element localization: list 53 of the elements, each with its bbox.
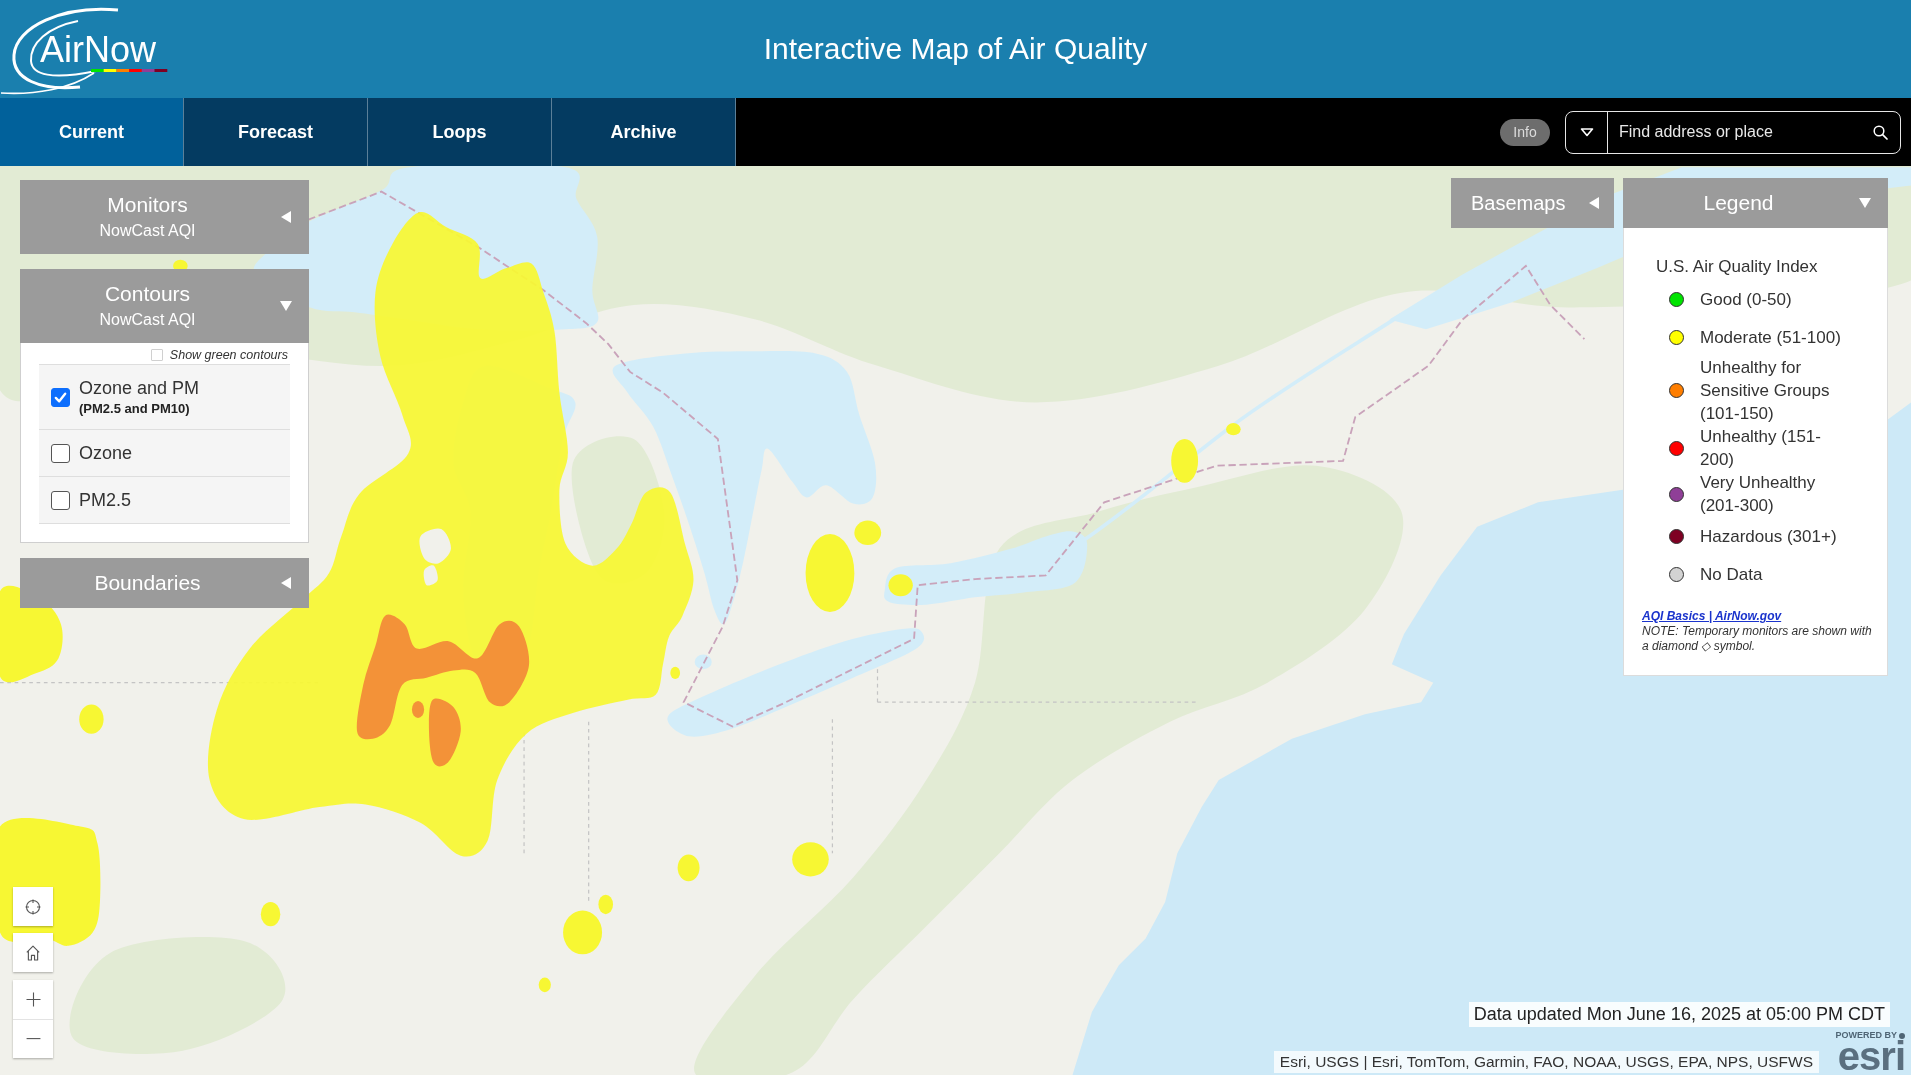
legend-label: Moderate (51-100) xyxy=(1700,326,1842,349)
legend-label: Good (0-50) xyxy=(1700,288,1793,311)
moderate-aqi-area xyxy=(1171,438,1199,483)
home-icon xyxy=(26,944,40,961)
legend-title: Legend xyxy=(1702,191,1775,215)
search-bar[interactable]: Find address or place xyxy=(1565,110,1901,154)
crosshair-icon xyxy=(25,898,41,915)
page-title: Interactive Map of Air Quality xyxy=(763,32,1148,66)
search-icon xyxy=(1872,124,1888,140)
legend-label: Hazardous (301+) xyxy=(1700,525,1838,548)
moderate-aqi-area xyxy=(1226,423,1241,436)
contour-option[interactable]: Ozone xyxy=(39,429,290,476)
search-field[interactable]: Find address or place xyxy=(1608,111,1860,153)
legend-heading: U.S. Air Quality Index xyxy=(1656,256,1819,278)
legend-label: Unhealthy for Sensitive Groups (101-150) xyxy=(1700,357,1831,425)
nav-tab[interactable]: Forecast xyxy=(184,98,368,166)
checkbox[interactable] xyxy=(51,387,70,407)
contour-option[interactable]: PM2.5 xyxy=(39,476,290,524)
legend-label: Very Unhealthy (201-300) xyxy=(1700,472,1817,517)
moderate-aqi-area xyxy=(538,977,551,993)
moderate-aqi-area xyxy=(888,574,913,597)
data-updated-text: Data updated Mon June 16, 2025 at 05:00 PM CDT xyxy=(1468,1002,1890,1027)
panel-subtitle: NowCast AQI xyxy=(99,221,196,241)
checkbox-label: Show green contours xyxy=(169,348,288,362)
panel-title: Contours xyxy=(104,281,191,307)
caret-icon xyxy=(1579,127,1594,137)
moderate-aqi-area xyxy=(260,901,281,927)
legend-note: NOTE: Temporary monitors are shown with a diamond ◇ symbol. xyxy=(1642,624,1873,654)
option-sublabel: (PM2.5 and PM10) xyxy=(79,400,191,418)
option-label: PM2.5 xyxy=(79,489,132,512)
panel-title: Boundaries xyxy=(94,570,201,596)
panel-subtitle: NowCast AQI xyxy=(99,310,196,330)
panel-title: Monitors xyxy=(107,192,188,218)
locate-button[interactable] xyxy=(13,887,53,926)
nav-tab[interactable]: Loops xyxy=(368,98,552,166)
contour-option[interactable]: Ozone and PM (PM2.5 and PM10) xyxy=(39,364,290,429)
nav-tab[interactable]: Archive xyxy=(552,98,736,166)
moderate-aqi-area xyxy=(79,704,104,734)
minus-icon xyxy=(25,1038,41,1040)
info-button[interactable]: Info xyxy=(1500,118,1550,146)
legend-label: Unhealthy (151-200) xyxy=(1700,426,1822,471)
plus-icon xyxy=(25,992,41,1007)
nav-tab[interactable]: Current xyxy=(0,98,184,166)
option-label: Ozone xyxy=(79,442,133,465)
home-button[interactable] xyxy=(13,933,53,972)
moderate-aqi-area xyxy=(792,842,829,877)
aqi-basics-link[interactable]: AQI Basics | AirNow.gov xyxy=(1642,609,1782,624)
legend-label: No Data xyxy=(1700,563,1764,586)
map-attribution: Esri, USGS | Esri, TomTom, Garmin, FAO, NOAA, USGS, EPA, NPS, USFWS xyxy=(1273,1051,1819,1073)
checkbox[interactable] xyxy=(51,490,70,510)
airnow-logo[interactable]: AirNow xyxy=(0,3,170,95)
option-label: Ozone and PM xyxy=(79,377,200,400)
checkbox[interactable] xyxy=(51,443,70,463)
